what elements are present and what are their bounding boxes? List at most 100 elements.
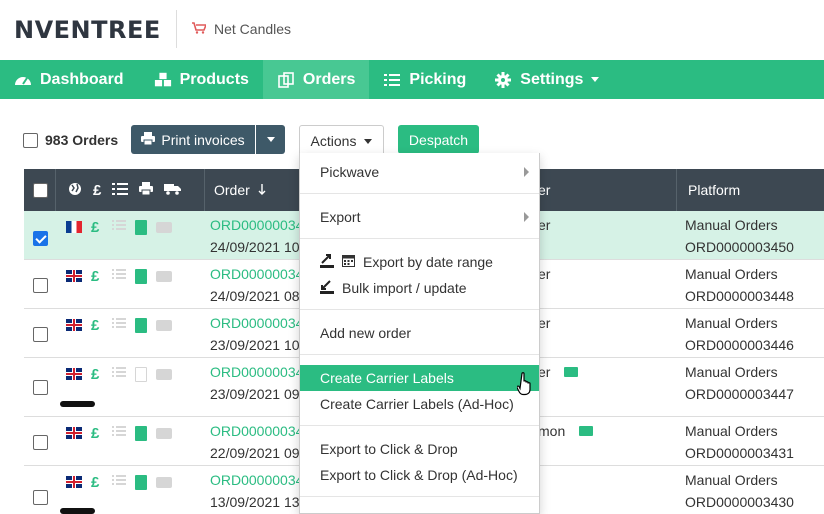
select-all-checkbox[interactable]	[23, 133, 38, 148]
row-status-icons: £	[66, 218, 172, 236]
printer-icon	[141, 131, 156, 148]
nav-settings-label: Settings	[520, 70, 584, 88]
menu-divider	[300, 193, 539, 194]
truck-icon	[156, 476, 172, 488]
row-checkbox[interactable]	[33, 490, 48, 505]
menu-item-click-drop-adhoc[interactable]: Export to Click & Drop (Ad-Hoc)	[300, 462, 539, 488]
nav-dashboard-label: Dashboard	[40, 70, 124, 88]
order-number-link[interactable]: ORD00000034	[210, 266, 303, 282]
menu-item-click-drop[interactable]: Export to Click & Drop	[300, 436, 539, 462]
menu-item-create-carrier-labels[interactable]: Create Carrier Labels	[300, 365, 539, 391]
truck-icon	[156, 270, 172, 282]
order-count: 983 Orders	[45, 132, 119, 148]
platform-ref: ORD0000003447	[685, 386, 794, 402]
envelope-icon[interactable]	[564, 367, 579, 377]
cubes-icon	[154, 71, 172, 89]
order-date: 22/09/2021 09	[210, 445, 300, 461]
column-divider	[204, 169, 205, 211]
nav-orders[interactable]: Orders	[262, 60, 370, 99]
store-selector[interactable]: Net Candles	[192, 21, 291, 37]
truck-icon	[156, 221, 172, 233]
platform-name: Manual Orders	[685, 364, 778, 380]
nav-dashboard[interactable]: Dashboard	[0, 60, 138, 99]
platform-ref: ORD0000003430	[685, 494, 794, 510]
invoice-icon	[135, 219, 147, 235]
cart-icon	[192, 21, 208, 37]
uk-flag-icon	[66, 270, 82, 282]
invoice-pending-icon	[135, 366, 147, 382]
row-checkbox[interactable]	[33, 380, 48, 395]
print-options-button[interactable]	[256, 125, 285, 154]
row-status-icons: £	[66, 365, 172, 383]
menu-item-label: Pickwave	[320, 164, 380, 180]
print-invoices-label: Print invoices	[161, 131, 245, 148]
menu-item-create-carrier-labels-adhoc[interactable]: Create Carrier Labels (Ad-Hoc)	[300, 391, 539, 417]
nav-picking[interactable]: Picking	[369, 60, 480, 99]
calendar-icon	[342, 254, 355, 270]
order-date: 23/09/2021 10	[210, 337, 300, 353]
print-invoices-button[interactable]: Print invoices	[131, 125, 255, 154]
invoice-icon	[135, 317, 147, 333]
order-number-link[interactable]: ORD00000034	[210, 315, 303, 331]
order-number-link[interactable]: ORD00000034	[210, 472, 303, 488]
import-icon	[320, 279, 334, 297]
chevron-down-icon	[364, 138, 373, 144]
column-divider	[676, 169, 677, 211]
menu-item-bulk-import[interactable]: Bulk import / update	[300, 275, 539, 301]
envelope-icon[interactable]	[579, 426, 594, 436]
list-icon[interactable]	[112, 182, 129, 199]
nav-products[interactable]: Products	[140, 60, 263, 99]
actions-button[interactable]: Actions	[299, 125, 384, 156]
row-checkbox[interactable]	[33, 435, 48, 450]
pound-icon[interactable]: £	[93, 182, 101, 199]
brand-logo[interactable]: NVENTREE	[14, 16, 161, 44]
chevron-down-icon	[591, 77, 600, 82]
menu-item-export[interactable]: Export	[300, 204, 539, 230]
order-date: 24/09/2021 08	[210, 288, 300, 304]
paid-icon: £	[91, 218, 100, 236]
platform-name: Manual Orders	[685, 266, 778, 282]
order-number-link[interactable]: ORD00000034	[210, 364, 303, 380]
menu-item-label: Export by date range	[363, 254, 493, 270]
hand-cursor-icon	[516, 372, 535, 401]
redacted-bar	[60, 401, 95, 407]
header-order[interactable]: Order	[214, 169, 266, 211]
main-nav: Dashboard Products Orders Picking Settin…	[0, 60, 824, 99]
orders-toolbar: 983 Orders Print invoices Actions Despat…	[0, 124, 824, 156]
invoice-icon	[135, 268, 147, 284]
list-icon	[112, 473, 126, 491]
header-select-checkbox[interactable]	[33, 183, 48, 198]
row-status-icons: £	[66, 473, 172, 491]
menu-item-export-date-range[interactable]: Export by date range	[300, 249, 539, 275]
globe-icon[interactable]	[68, 182, 82, 199]
invoice-icon	[135, 474, 147, 490]
chevron-down-icon	[266, 137, 275, 142]
paid-icon: £	[91, 473, 100, 491]
order-date: 23/09/2021 09	[210, 386, 300, 402]
despatch-button[interactable]: Despatch	[398, 125, 479, 154]
row-checkbox[interactable]	[33, 327, 48, 342]
order-number-link[interactable]: ORD00000034	[210, 217, 303, 233]
menu-divider	[300, 496, 539, 497]
export-icon	[320, 253, 334, 271]
list-icon	[112, 316, 126, 334]
truck-icon[interactable]	[164, 182, 182, 198]
row-checkbox[interactable]	[33, 231, 48, 246]
nav-settings[interactable]: Settings	[480, 60, 613, 99]
menu-item-pickwave[interactable]: Pickwave	[300, 159, 539, 185]
list-icon	[112, 365, 126, 383]
header-order-label: Order	[214, 182, 250, 198]
list-icon	[112, 424, 126, 442]
row-checkbox[interactable]	[33, 278, 48, 293]
truck-icon	[156, 427, 172, 439]
row-status-icons: £	[66, 424, 172, 442]
truck-icon	[156, 368, 172, 380]
header-platform[interactable]: Platform	[688, 169, 740, 211]
order-number-link[interactable]: ORD00000034	[210, 423, 303, 439]
nav-picking-label: Picking	[409, 70, 467, 88]
printer-icon[interactable]	[139, 182, 154, 198]
uk-flag-icon	[66, 368, 82, 380]
actions-label: Actions	[310, 133, 357, 149]
list-icon	[383, 71, 401, 89]
menu-item-add-order[interactable]: Add new order	[300, 320, 539, 346]
